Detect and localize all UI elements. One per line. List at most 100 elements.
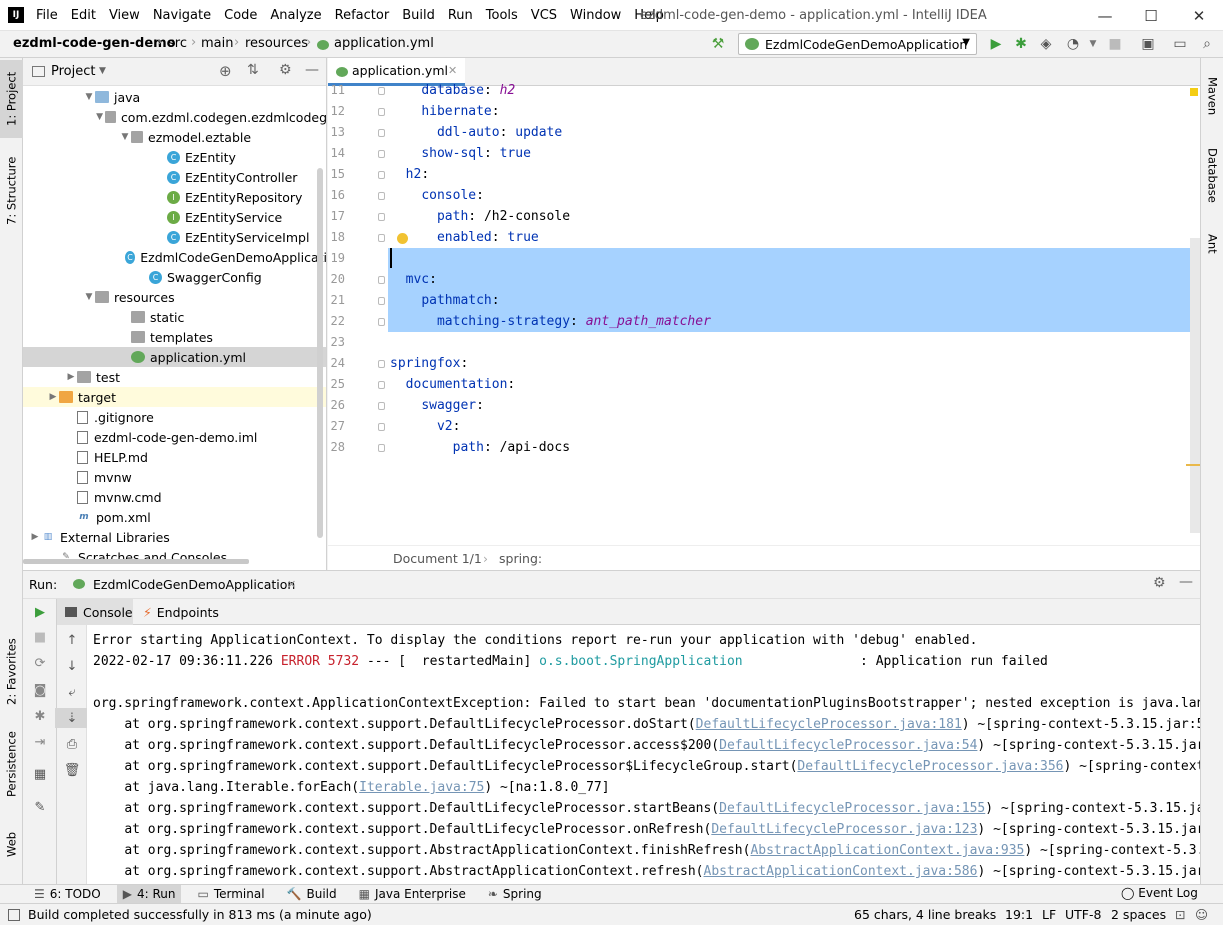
- tree-item[interactable]: application.yml: [23, 347, 326, 367]
- horizontal-scrollbar[interactable]: [23, 559, 249, 564]
- caret-position[interactable]: 19:1: [1005, 907, 1033, 922]
- tree-item[interactable]: ▼ java: [23, 87, 326, 107]
- fold-marker-icon[interactable]: [378, 108, 385, 116]
- fold-marker-icon[interactable]: [378, 402, 385, 410]
- tree-item[interactable]: C EzEntityController: [23, 167, 326, 187]
- tool-tab-spring[interactable]: ❧ Spring: [482, 885, 548, 904]
- tree-item[interactable]: ▼ ezmodel.eztable: [23, 127, 326, 147]
- endpoints-tab[interactable]: ⚡ Endpoints: [143, 599, 219, 625]
- chevron-right-icon[interactable]: ▶: [29, 532, 41, 542]
- source-link[interactable]: DefaultLifecycleProcessor.java:155: [719, 801, 985, 816]
- rerun-icon[interactable]: ▶: [23, 602, 57, 622]
- intention-bulb-icon[interactable]: [397, 233, 408, 244]
- source-link[interactable]: AbstractApplicationContext.java:935: [750, 843, 1024, 858]
- pin-icon[interactable]: ✎: [23, 797, 57, 817]
- project-tool-tab[interactable]: 1: Project: [0, 60, 23, 138]
- event-log-button[interactable]: ◯ Event Log: [1121, 886, 1198, 900]
- favorites-tool-tab[interactable]: 2: Favorites: [0, 628, 23, 716]
- menu-navigate[interactable]: Navigate: [153, 8, 211, 23]
- fold-marker-icon[interactable]: [378, 129, 385, 137]
- tree-item[interactable]: ezdml-code-gen-demo.iml: [23, 427, 326, 447]
- vertical-scrollbar[interactable]: [317, 168, 323, 538]
- tree-item[interactable]: ✎ Scratches and Consoles: [23, 547, 326, 567]
- indent-setting[interactable]: 2 spaces: [1111, 907, 1166, 922]
- coverage-icon[interactable]: ◈: [1037, 35, 1055, 53]
- tree-item[interactable]: HELP.md: [23, 447, 326, 467]
- chevron-down-icon[interactable]: ▼: [1084, 35, 1102, 53]
- yaml-path[interactable]: spring:: [499, 551, 542, 566]
- hide-panel-icon[interactable]: —: [305, 62, 319, 78]
- tree-item[interactable]: ▼ resources: [23, 287, 326, 307]
- layout-icon[interactable]: ▦: [23, 764, 57, 784]
- hide-panel-icon[interactable]: —: [1179, 574, 1193, 590]
- run-tab-label[interactable]: EzdmlCodeGenDemoApplication: [93, 577, 295, 592]
- exit-icon[interactable]: ⇥: [23, 732, 57, 752]
- line-separator[interactable]: LF: [1042, 907, 1056, 922]
- run-configuration-select[interactable]: EzdmlCodeGenDemoApplication ▼: [738, 33, 977, 55]
- menu-refactor[interactable]: Refactor: [335, 8, 390, 23]
- fold-marker-icon[interactable]: [378, 87, 385, 95]
- breadcrumb-project[interactable]: ezdml-code-gen-demo: [13, 36, 176, 51]
- print-icon[interactable]: ⎙: [55, 734, 89, 754]
- chevron-right-icon[interactable]: ▶: [47, 392, 59, 402]
- tree-item[interactable]: C EzEntity: [23, 147, 326, 167]
- fold-marker-icon[interactable]: [378, 318, 385, 326]
- ant-tool-tab[interactable]: Ant: [1201, 224, 1223, 264]
- breadcrumb-file[interactable]: application.yml: [334, 36, 434, 51]
- source-link[interactable]: DefaultLifecycleProcessor.java:356: [797, 759, 1063, 774]
- breadcrumb-src[interactable]: src: [168, 36, 187, 51]
- scroll-down-icon[interactable]: ↓: [55, 656, 89, 676]
- soft-wrap-icon[interactable]: ⤶: [55, 682, 89, 702]
- tree-item[interactable]: templates: [23, 327, 326, 347]
- menu-analyze[interactable]: Analyze: [270, 8, 321, 23]
- tree-item[interactable]: mvnw.cmd: [23, 487, 326, 507]
- menu-file[interactable]: File: [36, 8, 58, 23]
- chevron-down-icon[interactable]: ▼: [83, 92, 95, 102]
- tree-item[interactable]: I EzEntityService: [23, 207, 326, 227]
- tree-item[interactable]: ▶ test: [23, 367, 326, 387]
- chevron-down-icon[interactable]: ▼: [99, 66, 106, 76]
- fold-marker-icon[interactable]: [378, 213, 385, 221]
- structure-tool-tab[interactable]: 7: Structure: [0, 146, 23, 236]
- build-hammer-icon[interactable]: ⚒: [709, 35, 727, 53]
- tree-item[interactable]: C EzdmlCodeGenDemoApplicati: [23, 247, 326, 267]
- fold-marker-icon[interactable]: [378, 444, 385, 452]
- stop-icon[interactable]: ■: [1106, 35, 1124, 53]
- tool-tab-4-run[interactable]: ▶ 4: Run: [116, 884, 182, 904]
- tool-tab-java-enterprise[interactable]: ▦ Java Enterprise: [353, 885, 472, 904]
- gear-icon[interactable]: ⚙: [279, 62, 292, 78]
- persistence-tool-tab[interactable]: Persistence: [0, 728, 23, 800]
- source-link[interactable]: DefaultLifecycleProcessor.java:54: [719, 738, 977, 753]
- console-output[interactable]: Error starting ApplicationContext. To di…: [87, 625, 1200, 885]
- menu-view[interactable]: View: [109, 8, 140, 23]
- tree-item[interactable]: ▼ com.ezdml.codegen.ezdmlcodeg: [23, 107, 326, 127]
- scroll-to-end-icon[interactable]: ⇣: [55, 708, 89, 728]
- debug-icon[interactable]: ✱: [1012, 35, 1030, 53]
- chevron-down-icon[interactable]: ▼: [83, 292, 95, 302]
- menu-window[interactable]: Window: [570, 8, 621, 23]
- tree-item[interactable]: C EzEntityServiceImpl: [23, 227, 326, 247]
- run-icon[interactable]: ▶: [987, 35, 1005, 53]
- status-icon[interactable]: [8, 909, 20, 921]
- source-link[interactable]: AbstractApplicationContext.java:586: [704, 864, 978, 879]
- source-link[interactable]: DefaultLifecycleProcessor.java:123: [711, 822, 977, 837]
- web-tool-tab[interactable]: Web: [0, 824, 23, 864]
- maximize-button[interactable]: ☐: [1128, 0, 1174, 31]
- inspector-icon[interactable]: ☺: [1195, 907, 1208, 922]
- menu-build[interactable]: Build: [402, 8, 435, 23]
- toolbox-icon[interactable]: ▭: [1171, 35, 1189, 53]
- fold-marker-icon[interactable]: [378, 276, 385, 284]
- project-structure-icon[interactable]: ▣: [1139, 35, 1157, 53]
- tree-item[interactable]: ▶ target: [23, 387, 326, 407]
- fold-marker-icon[interactable]: [378, 423, 385, 431]
- profile-icon[interactable]: ◔: [1064, 35, 1082, 53]
- tree-item[interactable]: ▶ ▥ External Libraries: [23, 527, 326, 547]
- code-area[interactable]: 11 database: h2 12 hibernate: 13 ddl-auto:…: [328, 80, 1200, 545]
- lock-icon[interactable]: ⊡: [1175, 907, 1185, 922]
- tool-tab-build[interactable]: 🔨 Build: [281, 885, 343, 904]
- tool-tab-6-todo[interactable]: ☰ 6: TODO: [28, 885, 107, 904]
- stop-icon[interactable]: ■: [23, 627, 57, 647]
- debug-icon[interactable]: ✱: [23, 706, 57, 726]
- maven-tool-tab[interactable]: Maven: [1201, 66, 1223, 126]
- chevron-down-icon[interactable]: ▼: [94, 112, 105, 122]
